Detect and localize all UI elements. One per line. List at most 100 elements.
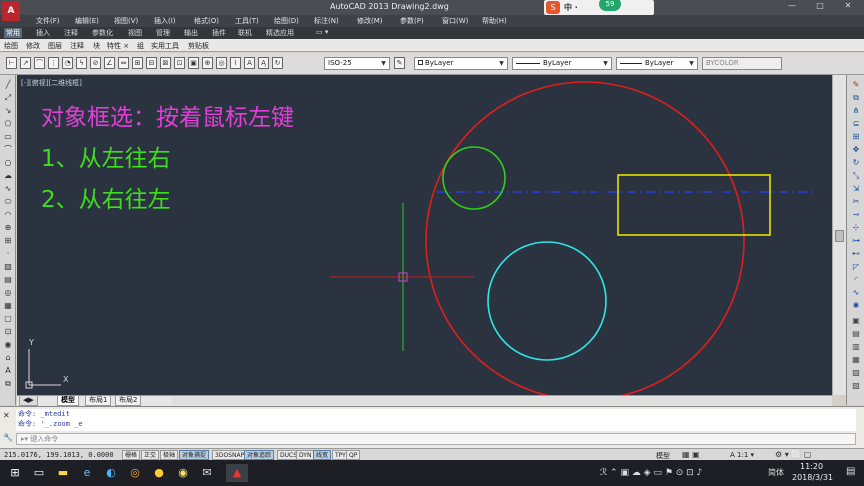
toggle-grid[interactable]: 栅格 bbox=[122, 450, 141, 460]
linetype-select[interactable]: ByLayer ▼ bbox=[512, 57, 612, 70]
menu-insert[interactable]: 插入(I) bbox=[154, 16, 176, 26]
toggle-3dosnap[interactable]: 3DOSNAP bbox=[212, 450, 248, 460]
qq-icon[interactable]: ◉ bbox=[174, 464, 192, 482]
autocad-taskbar-icon[interactable]: ▲ bbox=[226, 464, 248, 482]
angular-icon[interactable]: ∠ bbox=[104, 57, 115, 69]
tab-manage[interactable]: 管理 bbox=[154, 28, 172, 38]
close-icon[interactable]: ✕ bbox=[3, 411, 10, 420]
linear-dim-icon[interactable]: ⊢ bbox=[6, 57, 17, 69]
clock-time[interactable]: 11:20 bbox=[800, 462, 823, 471]
tab-parametric[interactable]: 参数化 bbox=[90, 28, 115, 38]
toggle-polar[interactable]: 极轴 bbox=[160, 450, 179, 460]
copy-icon[interactable]: ⧉ bbox=[850, 92, 862, 103]
tab-insert[interactable]: 插入 bbox=[34, 28, 52, 38]
tab-plugins[interactable]: 插件 bbox=[210, 28, 228, 38]
diameter-icon[interactable]: ⊘ bbox=[90, 57, 101, 69]
tab-online[interactable]: 联机 bbox=[236, 28, 254, 38]
menu-edit[interactable]: 编辑(E) bbox=[75, 16, 99, 26]
draw-order-below-icon[interactable]: ▦ bbox=[850, 354, 862, 365]
table-icon[interactable]: ▦ bbox=[2, 300, 14, 311]
horizontal-scrollbar[interactable] bbox=[172, 397, 832, 405]
scale-icon[interactable]: ⤡ bbox=[850, 170, 862, 181]
panel-utilities[interactable]: 实用工具 bbox=[151, 41, 179, 51]
plotstyle-select[interactable]: BYCOLOR bbox=[702, 57, 782, 70]
tab-home[interactable]: 常用 bbox=[4, 28, 22, 38]
explode-icon[interactable]: ✱ bbox=[850, 300, 862, 311]
blend-icon[interactable]: ∿ bbox=[850, 287, 862, 298]
line-icon[interactable]: ╱ bbox=[2, 79, 14, 90]
media-icon[interactable]: ● bbox=[150, 464, 168, 482]
task-view-icon[interactable]: ▭ bbox=[30, 464, 48, 482]
panel-groups[interactable]: 组 bbox=[137, 41, 144, 51]
large-red-circle[interactable] bbox=[425, 81, 745, 395]
polyline-icon[interactable]: ↘ bbox=[2, 105, 14, 116]
center-mark-icon[interactable]: ⊕ bbox=[202, 57, 213, 69]
arc-length-icon[interactable]: ⌒ bbox=[34, 57, 45, 69]
extend-icon[interactable]: ⊸ bbox=[850, 209, 862, 220]
menu-dimension[interactable]: 标注(N) bbox=[314, 16, 339, 26]
command-input[interactable]: ▸▾ 键入命令 bbox=[16, 433, 856, 445]
cyan-circle[interactable] bbox=[487, 241, 607, 361]
move-icon[interactable]: ✥ bbox=[850, 144, 862, 155]
rectangle-icon[interactable]: ▭ bbox=[2, 131, 14, 142]
toggle-osnap[interactable]: 对象捕捉 bbox=[179, 450, 210, 460]
polygon-icon[interactable]: ⬠ bbox=[2, 118, 14, 129]
radius-icon[interactable]: ◔ bbox=[62, 57, 73, 69]
tray-ime[interactable]: 简体 bbox=[768, 467, 784, 478]
jogged-icon[interactable]: ϟ bbox=[76, 57, 87, 69]
coordinate-readout[interactable]: 215.0176, 199.1013, 0.0000 bbox=[4, 451, 114, 459]
aligned-dim-icon[interactable]: ↗ bbox=[20, 57, 31, 69]
maximize-button[interactable]: □ bbox=[808, 1, 832, 14]
make-block-icon[interactable]: ⊞ bbox=[2, 235, 14, 246]
mirror-icon[interactable]: ⋔ bbox=[850, 105, 862, 116]
attribute-icon[interactable]: ⌂ bbox=[2, 352, 14, 363]
edge-icon[interactable]: ◐ bbox=[102, 464, 120, 482]
add-selected-icon[interactable]: ⧉ bbox=[2, 378, 14, 389]
dim-update-icon[interactable]: ↻ bbox=[272, 57, 283, 69]
panel-block[interactable]: 块 bbox=[93, 41, 100, 51]
scroll-thumb[interactable] bbox=[835, 230, 844, 242]
tolerance-icon[interactable]: ▣ bbox=[188, 57, 199, 69]
drawing-canvas[interactable]: [-][俯视][二维线框] 对象框选：按着鼠标左键 1、从左往右 2、从右往左 … bbox=[17, 75, 832, 395]
mtext-icon[interactable]: A bbox=[2, 365, 14, 376]
annotation-scale[interactable]: A 1:1 ▾ bbox=[730, 451, 754, 459]
space-icon[interactable]: ⊠ bbox=[160, 57, 171, 69]
chamfer-icon[interactable]: ◸ bbox=[850, 261, 862, 272]
menu-parametric[interactable]: 参数(P) bbox=[400, 16, 424, 26]
boundary-icon[interactable]: ⊡ bbox=[2, 326, 14, 337]
panel-annotation[interactable]: 注释 bbox=[70, 41, 84, 51]
region-icon[interactable]: ◎ bbox=[2, 287, 14, 298]
revcloud-icon[interactable]: ☁ bbox=[2, 170, 14, 181]
customize-icon[interactable]: 🔧 bbox=[3, 433, 13, 442]
tab-featured-apps[interactable]: 精选应用 bbox=[264, 28, 296, 38]
layout-nav-icon[interactable]: ◀▶ bbox=[19, 396, 38, 406]
ellipse-arc-icon[interactable]: ◠ bbox=[2, 209, 14, 220]
draw-order-above-icon[interactable]: ▥ bbox=[850, 341, 862, 352]
tab-output[interactable]: 输出 bbox=[182, 28, 200, 38]
erase-icon[interactable]: ✎ bbox=[850, 79, 862, 90]
clock-date[interactable]: 2018/3/31 bbox=[792, 473, 833, 482]
sogou-logo-icon[interactable]: S bbox=[546, 1, 560, 14]
color-select[interactable]: ByLayer ▼ bbox=[414, 57, 508, 70]
chrome-icon[interactable]: ◎ bbox=[126, 464, 144, 482]
draw-order-front-icon[interactable]: ▣ bbox=[850, 315, 862, 326]
toggle-dyn[interactable]: DYN bbox=[296, 450, 315, 460]
rotate-icon[interactable]: ↻ bbox=[850, 157, 862, 168]
green-circle[interactable] bbox=[442, 146, 506, 210]
toggle-qp[interactable]: QP bbox=[346, 450, 361, 460]
circle-icon[interactable]: ○ bbox=[2, 157, 14, 168]
close-button[interactable]: ✕ bbox=[836, 1, 860, 14]
dim-edit-icon[interactable]: A bbox=[244, 57, 255, 69]
fillet-icon[interactable]: ◜ bbox=[850, 274, 862, 285]
break-icon[interactable]: ⊶ bbox=[850, 235, 862, 246]
tab-layout1[interactable]: 布局1 bbox=[85, 396, 112, 406]
windows-start-icon[interactable]: ⊞ bbox=[6, 464, 24, 482]
tray-icons[interactable]: ℛ ⌃ ▣ ☁ ◈ ▭ ⚑ ⊙ ⊡ ♪ bbox=[600, 468, 702, 478]
panel-draw[interactable]: 绘图 bbox=[4, 41, 18, 51]
arc-icon[interactable]: ⌒ bbox=[2, 144, 14, 155]
tab-view[interactable]: 视图 bbox=[126, 28, 144, 38]
yellow-rectangle[interactable] bbox=[617, 174, 771, 236]
tab-model[interactable]: 模型 bbox=[57, 396, 79, 406]
panel-clipboard[interactable]: 剪贴板 bbox=[188, 41, 209, 51]
dimstyle-select[interactable]: ISO-25 ▼ bbox=[324, 57, 390, 70]
